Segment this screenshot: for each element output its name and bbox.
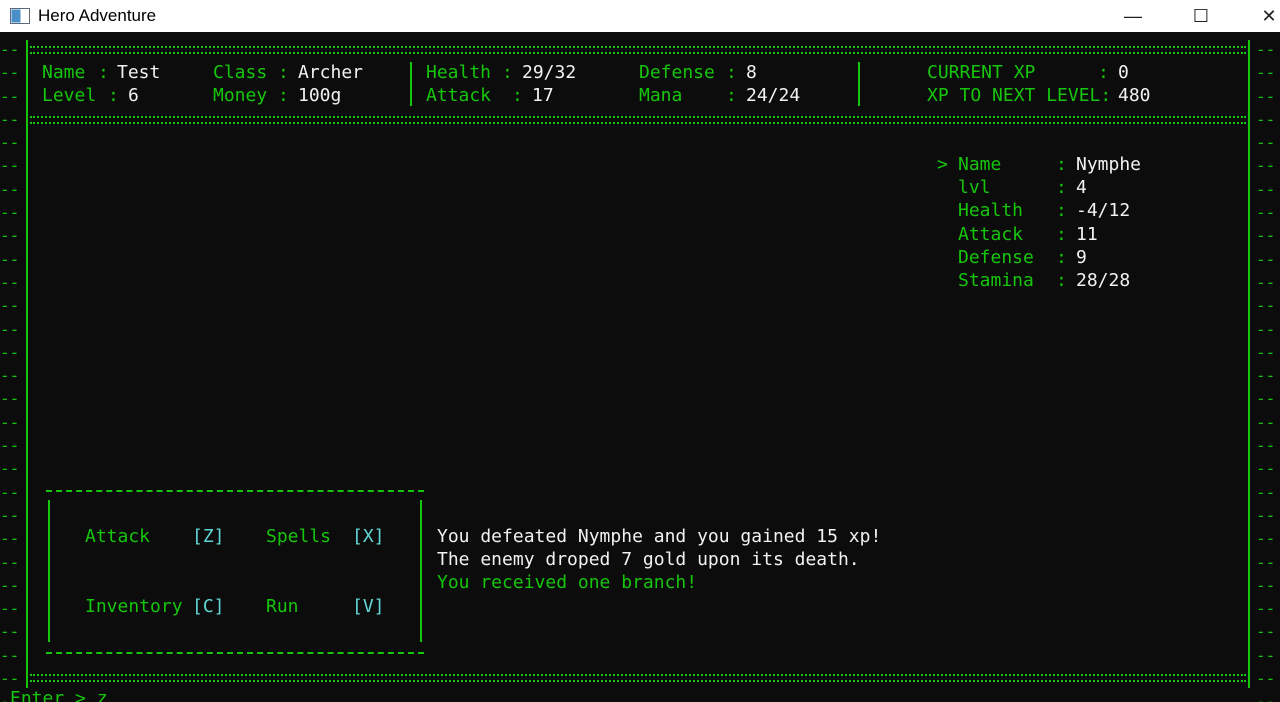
bottom-rule [30, 672, 1246, 682]
action-menu-top-border [46, 490, 424, 492]
right-border: -- -- -- -- -- -- -- -- -- -- -- -- -- -… [1256, 40, 1276, 702]
window-title: Hero Adventure [38, 6, 157, 25]
enemy-stamina-label: Stamina [958, 270, 1034, 291]
close-button[interactable]: ✕ [1246, 0, 1280, 32]
player-mana-label: Mana [639, 85, 683, 106]
console-app-icon [10, 8, 30, 24]
attack-key[interactable]: [Z] [192, 526, 225, 548]
log-line-3: You received one branch! [437, 572, 698, 593]
action-menu-right-border [420, 500, 422, 642]
enemy-lvl: 4 [1076, 177, 1087, 198]
maximize-button[interactable]: ☐ [1178, 0, 1224, 32]
player-mana: 24/24 [746, 85, 801, 106]
player-money-label: Money [213, 85, 268, 106]
run-action[interactable]: Run [266, 596, 299, 618]
window-titlebar: Hero Adventure — ☐ ✕ [0, 0, 1280, 32]
enemy-name: Nymphe [1076, 154, 1142, 175]
log-line-2: The enemy droped 7 gold upon its death. [437, 549, 860, 570]
enemy-health: -4/12 [1076, 200, 1131, 221]
player-attack: 17 [532, 85, 554, 106]
left-border: -- -- -- -- -- -- -- -- -- -- -- -- -- -… [0, 40, 20, 702]
xp-to-next-level: 480 [1118, 85, 1151, 106]
minimize-button[interactable]: — [1110, 0, 1156, 32]
spells-key[interactable]: [X] [352, 526, 385, 548]
player-defense-label: Defense [639, 62, 715, 83]
player-level: 6 [128, 85, 139, 106]
player-health-label: Health [426, 62, 492, 83]
player-class-label: Class [213, 62, 268, 83]
enemy-defense: 9 [1076, 247, 1087, 268]
inventory-action[interactable]: Inventory [85, 596, 183, 618]
action-menu-left-border [48, 500, 50, 642]
player-money: 100g [298, 85, 342, 106]
enemy-stamina: 28/28 [1076, 270, 1131, 291]
enemy-health-label: Health [958, 200, 1024, 221]
enemy-attack: 11 [1076, 224, 1098, 245]
player-health: 29/32 [522, 62, 577, 83]
current-xp: 0 [1118, 62, 1129, 83]
enemy-name-label: Name [958, 154, 1002, 175]
stats-divider-1 [410, 62, 412, 106]
log-line-1: You defeated Nymphe and you gained 15 xp… [437, 526, 882, 547]
enemy-selection-pointer: > [937, 154, 948, 175]
enemy-attack-label: Attack [958, 224, 1024, 245]
spells-action[interactable]: Spells [266, 526, 331, 548]
player-level-label: Level [42, 85, 97, 106]
next-level-label: XP TO NEXT LEVEL: [927, 85, 1112, 106]
current-xp-label: CURRENT XP [927, 62, 1036, 83]
stats-rule [30, 114, 1246, 124]
top-rule [30, 44, 1246, 54]
command-prompt[interactable]: Enter > z [10, 688, 108, 702]
action-menu-bottom-border [46, 652, 424, 654]
player-defense: 8 [746, 62, 757, 83]
player-class: Archer [298, 62, 364, 83]
left-border-line [26, 40, 28, 688]
enemy-defense-label: Defense [958, 247, 1034, 268]
attack-action[interactable]: Attack [85, 526, 150, 548]
terminal-area: -- -- -- -- -- -- -- -- -- -- -- -- -- -… [0, 38, 1280, 702]
player-attack-label: Attack [426, 85, 492, 106]
run-key[interactable]: [V] [352, 596, 385, 618]
player-name: Test [117, 62, 161, 83]
inventory-key[interactable]: [C] [192, 596, 225, 618]
player-name-label: Name [42, 62, 86, 83]
enemy-lvl-label: lvl [958, 177, 991, 198]
stats-divider-2 [858, 62, 860, 106]
right-border-line [1248, 40, 1250, 688]
